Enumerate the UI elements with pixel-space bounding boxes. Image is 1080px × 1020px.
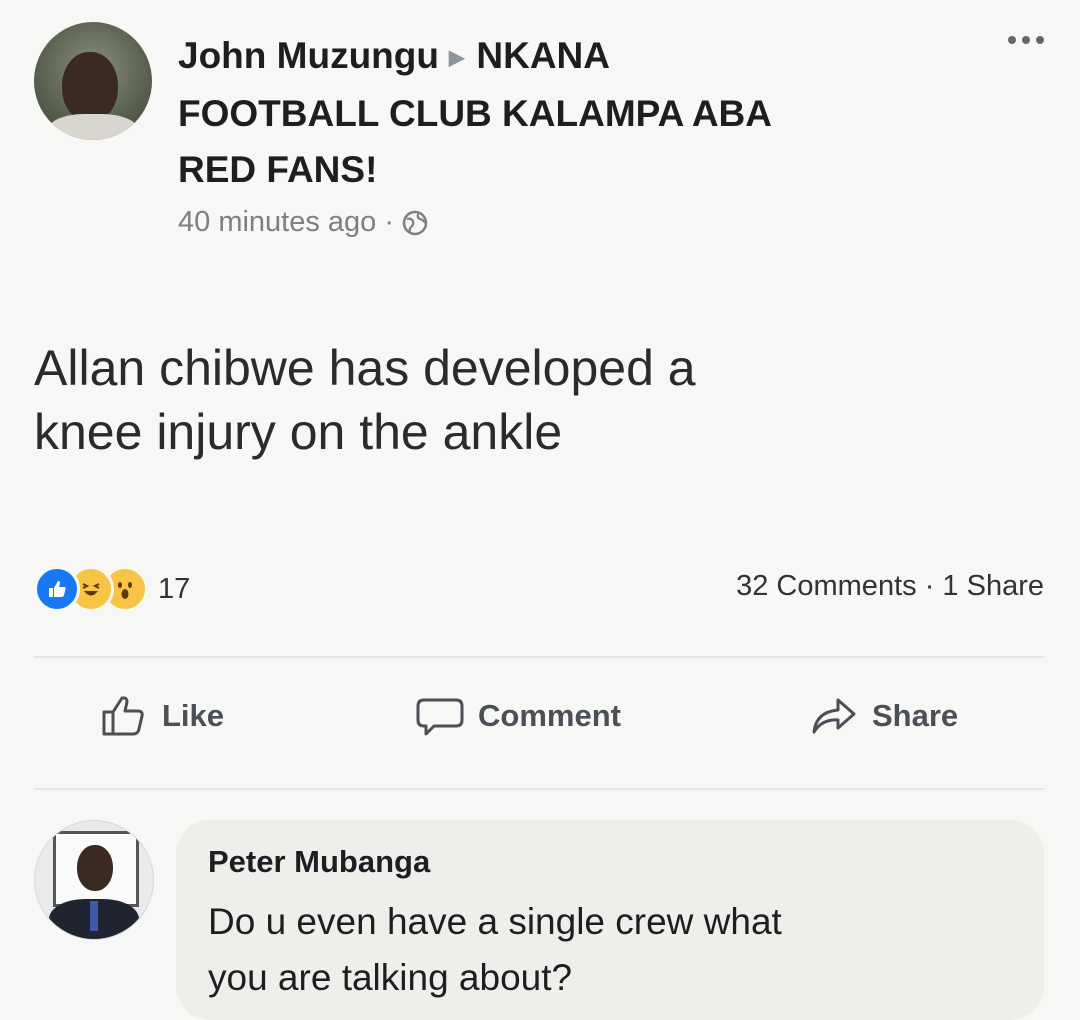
comment-text-line-2: you are talking about? bbox=[208, 957, 573, 998]
share-button[interactable]: Share bbox=[808, 690, 958, 742]
more-options-icon[interactable] bbox=[1008, 36, 1044, 44]
like-button[interactable]: Like bbox=[98, 690, 224, 742]
comment-text-line-1: Do u even have a single crew what bbox=[208, 901, 782, 942]
like-reaction-icon bbox=[34, 566, 80, 612]
avatar-head bbox=[77, 845, 113, 891]
share-label: Share bbox=[872, 698, 959, 733]
commenter-avatar[interactable] bbox=[34, 820, 154, 940]
reactions-summary[interactable]: 17 bbox=[34, 566, 190, 612]
comment-bubble-icon bbox=[416, 698, 464, 736]
comment-label: Comment bbox=[478, 698, 621, 733]
post-text-line-1: Allan chibwe has developed a bbox=[34, 340, 696, 396]
commenter-name[interactable]: Peter Mubanga bbox=[208, 844, 430, 880]
like-label: Like bbox=[162, 698, 225, 733]
post-body: Allan chibwe has developed a knee injury… bbox=[34, 336, 1034, 464]
post-stats: 17 32 Comments · 1 Share bbox=[34, 566, 1044, 614]
post-header: John Muzungu ▶ NKANA FOOTBALL CLUB KALAMPA … bbox=[34, 22, 1044, 252]
avatar-face bbox=[62, 52, 118, 122]
comment-item: Peter Mubanga Do u even have a single cr… bbox=[34, 820, 1044, 1020]
action-bar: Like Comment Share bbox=[34, 690, 1044, 760]
post-timestamp[interactable]: 40 minutes ago bbox=[178, 206, 376, 239]
post-text-line-2: knee injury on the ankle bbox=[34, 404, 563, 460]
comment-text: Do u even have a single crew what you ar… bbox=[208, 894, 1008, 1006]
author-name[interactable]: John Muzungu bbox=[178, 35, 439, 76]
author-line: John Muzungu ▶ NKANA FOOTBALL CLUB KALAMPA … bbox=[178, 28, 898, 198]
reaction-count[interactable]: 17 bbox=[158, 573, 190, 606]
author-avatar[interactable] bbox=[34, 22, 152, 140]
divider-bottom bbox=[34, 788, 1044, 790]
comments-count[interactable]: 32 Comments bbox=[736, 570, 917, 602]
globe-icon bbox=[402, 210, 428, 235]
comments-shares-count: 32 Comments · 1 Share bbox=[736, 570, 1044, 603]
right-arrow-icon: ▶ bbox=[449, 47, 465, 70]
share-arrow-icon bbox=[812, 698, 856, 734]
meta-separator: · bbox=[384, 206, 394, 238]
comment-bubble: Peter Mubanga Do u even have a single cr… bbox=[176, 820, 1044, 1020]
thumbs-up-icon bbox=[102, 696, 144, 736]
stats-separator: · bbox=[924, 570, 935, 602]
shares-count[interactable]: 1 Share bbox=[942, 570, 1044, 602]
avatar-shirt bbox=[48, 114, 138, 140]
divider-top bbox=[34, 656, 1044, 658]
comment-button[interactable]: Comment bbox=[414, 690, 621, 742]
avatar-tie bbox=[90, 901, 98, 931]
post-meta: 40 minutes ago · bbox=[178, 206, 428, 239]
